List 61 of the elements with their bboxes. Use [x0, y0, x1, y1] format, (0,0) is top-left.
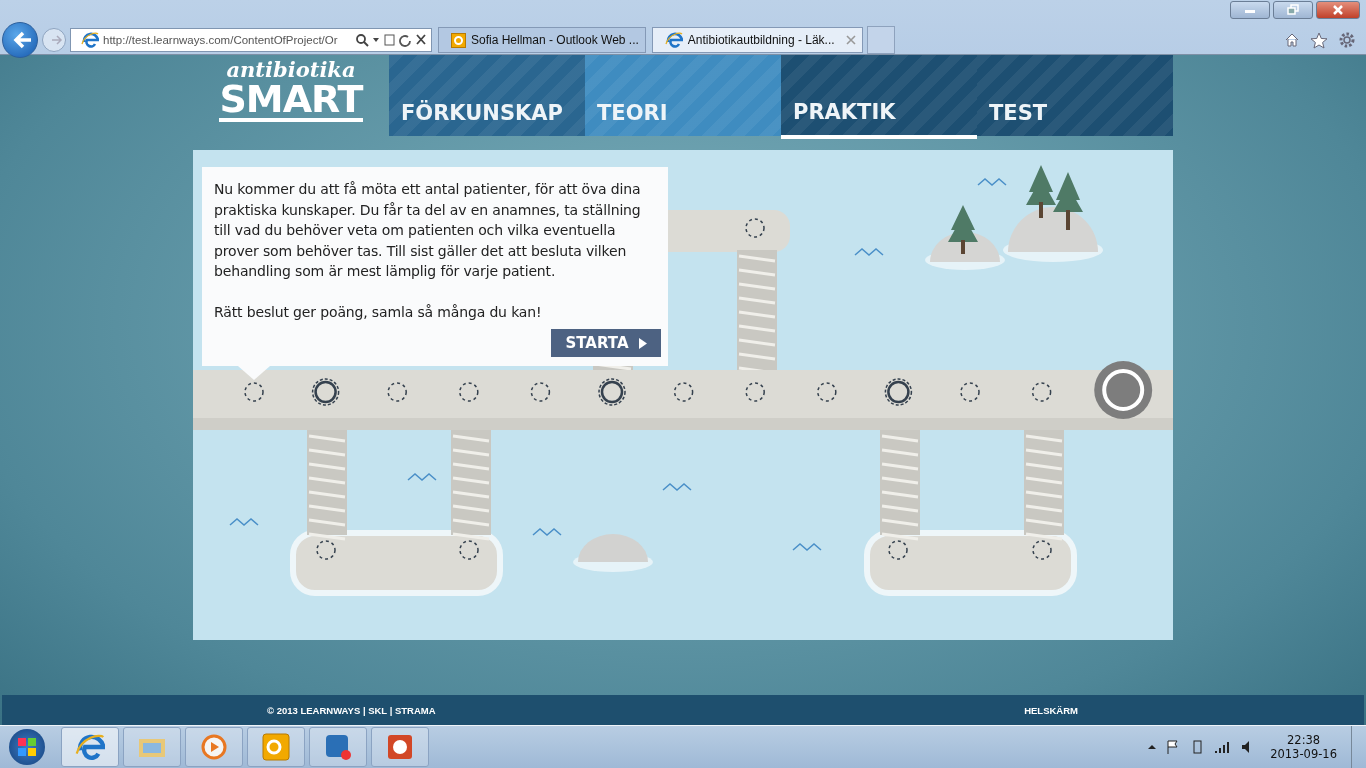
taskbar-app-icon[interactable] [371, 727, 429, 767]
clock[interactable]: 22:38 2013-09-16 [1270, 733, 1337, 761]
intro-text: Rätt beslut ger poäng, samla så många du kan! [214, 302, 543, 322]
logo[interactable]: antibiotika SMART [193, 55, 389, 122]
copyright-text: © 2013 LEARNWAYS | SKL | STRAMA [267, 704, 436, 716]
browser-logo-icon [664, 31, 683, 49]
taskbar-app-icon[interactable] [185, 727, 243, 767]
stop-marker-icon[interactable] [960, 382, 980, 402]
stop-marker-icon[interactable] [817, 382, 837, 402]
stop-marker-icon[interactable] [316, 540, 336, 560]
stop-marker-icon[interactable] [673, 382, 694, 402]
nav-tab[interactable]: TEST [977, 55, 1173, 136]
stop-marker-icon[interactable] [1031, 382, 1052, 402]
wave-icon [854, 248, 884, 256]
address-field[interactable]: http://test.learnways.com/ContentOfProject/Or [70, 28, 432, 52]
stop-marker-icon[interactable] [387, 382, 407, 402]
settings-icon[interactable] [1338, 31, 1356, 49]
browser-tab[interactable]: Sofia Hellman - Outlook Web ... [438, 27, 646, 53]
close-button[interactable] [1316, 1, 1360, 19]
taskbar-app-icon[interactable] [247, 727, 305, 767]
stop-marker-icon[interactable] [884, 378, 913, 406]
arrow-left-icon [13, 31, 33, 49]
back-button[interactable] [2, 22, 38, 58]
wave-icon [532, 528, 562, 536]
address-tools-icon[interactable] [355, 33, 427, 47]
wave-icon [792, 543, 822, 551]
arrow-right-icon [51, 34, 63, 46]
close-icon [1331, 4, 1345, 16]
stop-marker-icon[interactable] [745, 382, 765, 402]
stop-marker-icon[interactable] [745, 218, 765, 238]
stop-marker-icon[interactable] [311, 378, 340, 406]
fullscreen-link[interactable]: HELSKÄRM [1024, 704, 1078, 716]
goal-marker-icon[interactable] [1094, 361, 1153, 419]
wave-icon [229, 518, 259, 526]
wave-icon [407, 473, 437, 481]
start-button[interactable] [9, 729, 45, 765]
intro-text: Nu kommer du att få möta ett antal patienter, för att öva dina praktiska kunskaper. Du får ta del av en anamnes, ta ställning till vad du behöver veta om patienten och vilka eventuella prover som behöver tas. Till sist gäller det att besluta vilken behandling som är mest lämplig för varje patient. [214, 180, 642, 281]
nav-tab[interactable]: PRAKTIK [781, 55, 977, 139]
favorites-star-icon[interactable] [1310, 31, 1328, 49]
browser-logo-icon [81, 31, 99, 49]
restore-button[interactable] [1273, 1, 1313, 19]
taskbar-app-icon[interactable] [61, 727, 119, 767]
windows-logo-icon [16, 736, 38, 758]
stop-marker-icon[interactable] [244, 382, 264, 402]
stop-marker-icon[interactable] [459, 382, 479, 402]
stop-marker-icon[interactable] [1032, 540, 1052, 560]
home-icon[interactable] [1284, 32, 1300, 48]
taskbar-app-icon[interactable] [309, 727, 367, 767]
start-button[interactable]: STARTA [551, 329, 661, 357]
stop-marker-icon[interactable] [598, 378, 626, 406]
restore-icon [1286, 4, 1300, 16]
minimize-button[interactable] [1230, 1, 1270, 19]
browser-tab[interactable]: Antibiotikautbildning - Läk... [651, 27, 863, 53]
wave-icon [977, 178, 1007, 186]
stop-marker-icon[interactable] [459, 540, 479, 560]
wave-icon [662, 483, 692, 491]
mail-app-icon [451, 32, 466, 48]
play-triangle-icon [638, 337, 647, 349]
stop-marker-icon[interactable] [530, 382, 551, 402]
stop-marker-icon[interactable] [888, 540, 908, 560]
nav-tab[interactable]: FÖRKUNSKAP [389, 55, 585, 136]
